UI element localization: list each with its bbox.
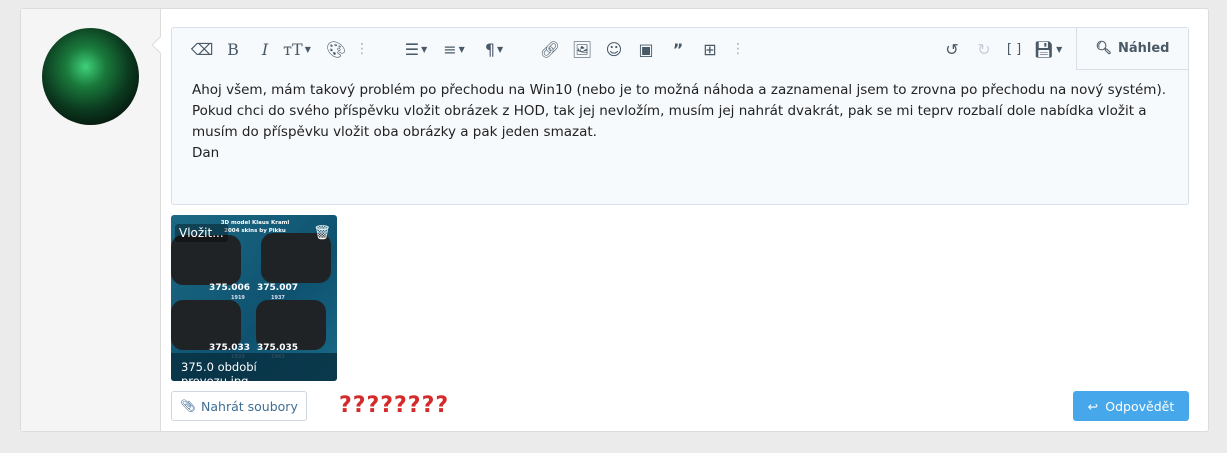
editor-toolbar: ⌫ B I ᴛT ▼ 🎨︎ ⋮ ☰ ▼ ≡ ▼ ¶ ▼ 🔗︎ 🖼︎ ☺ ▣ ” ⊞ ⋮ … xyxy=(172,28,1188,70)
image-icon[interactable]: 🖼︎ xyxy=(570,28,594,70)
more-insert-icon[interactable]: ⋮ xyxy=(731,28,745,70)
question-marks-text: ???????? xyxy=(339,393,450,418)
preview-icon: 🔍︎ xyxy=(1095,41,1112,56)
bbcode-toggle-icon[interactable]: [ ] xyxy=(1002,28,1026,70)
upload-label: Nahrát soubory xyxy=(201,398,298,414)
link-icon[interactable]: 🔗︎ xyxy=(538,28,562,70)
image-year: 1919 xyxy=(231,295,245,301)
message-line: Pokud chci do svého příspěvku vložit obr… xyxy=(192,103,1147,140)
more-options-icon[interactable]: ⋮ xyxy=(355,28,369,70)
image-number: 375.033 xyxy=(209,343,250,353)
align-icon[interactable]: ≡ ▼ xyxy=(438,28,470,70)
quote-icon[interactable]: ” xyxy=(666,28,690,70)
undo-icon[interactable]: ↺ xyxy=(940,28,964,70)
paragraph-icon[interactable]: ¶ ▼ xyxy=(478,28,510,70)
redo-icon[interactable]: ↻ xyxy=(972,28,996,70)
attachment-filename: 375.0 období provozu.jpg xyxy=(171,353,337,381)
list-icon[interactable]: ☰ ▼ xyxy=(400,28,432,70)
reply-button[interactable]: ↩ Odpovědět xyxy=(1073,391,1189,421)
preview-label: Náhled xyxy=(1118,41,1170,56)
avatar[interactable] xyxy=(42,28,139,125)
bold-icon[interactable]: B xyxy=(222,28,244,70)
user-column xyxy=(21,9,161,431)
attachment-thumbnail[interactable]: 3D model Klaus Kraml 2004 skins by Pikku… xyxy=(171,215,337,381)
drafts-icon[interactable]: 💾︎ ▼ xyxy=(1032,28,1064,70)
preview-button[interactable]: 🔍︎ Náhled xyxy=(1076,28,1188,70)
image-header-text: 3D model Klaus Kraml 2004 skins by Pikku xyxy=(220,220,290,234)
message-line: Dan xyxy=(192,145,220,161)
color-palette-icon[interactable]: 🎨︎ xyxy=(324,28,348,70)
reply-label: Odpovědět xyxy=(1105,398,1175,414)
rich-text-editor: ⌫ B I ᴛT ▼ 🎨︎ ⋮ ☰ ▼ ≡ ▼ ¶ ▼ 🔗︎ 🖼︎ ☺ ▣ ” ⊞ ⋮ … xyxy=(171,27,1189,205)
trash-icon[interactable]: 🗑︎ xyxy=(313,225,331,241)
paperclip-icon: 📎︎ xyxy=(180,398,197,413)
media-icon[interactable]: ▣ xyxy=(634,28,658,70)
message-line: Ahoj všem, mám takový problém po přechod… xyxy=(192,82,1167,98)
image-locomotive xyxy=(171,235,241,285)
clear-format-icon[interactable]: ⌫ xyxy=(190,28,214,70)
image-number: 375.035 xyxy=(257,343,298,353)
insert-button[interactable]: Vložit... xyxy=(175,224,228,242)
image-number: 375.007 xyxy=(257,283,298,293)
italic-icon[interactable]: I xyxy=(254,28,276,70)
emoji-icon[interactable]: ☺ xyxy=(602,28,626,70)
reply-icon: ↩ xyxy=(1087,398,1099,414)
image-number: 375.006 xyxy=(209,283,250,293)
image-year: 1937 xyxy=(271,295,285,301)
font-size-icon[interactable]: ᴛT ▼ xyxy=(280,28,314,70)
upload-files-button[interactable]: 📎︎ Nahrát soubory xyxy=(171,391,307,421)
table-icon[interactable]: ⊞ xyxy=(698,28,722,70)
reply-card: ⌫ B I ᴛT ▼ 🎨︎ ⋮ ☰ ▼ ≡ ▼ ¶ ▼ 🔗︎ 🖼︎ ☺ ▣ ” ⊞ ⋮ … xyxy=(20,8,1209,432)
message-input[interactable]: Ahoj všem, mám takový problém po přechod… xyxy=(172,70,1188,174)
